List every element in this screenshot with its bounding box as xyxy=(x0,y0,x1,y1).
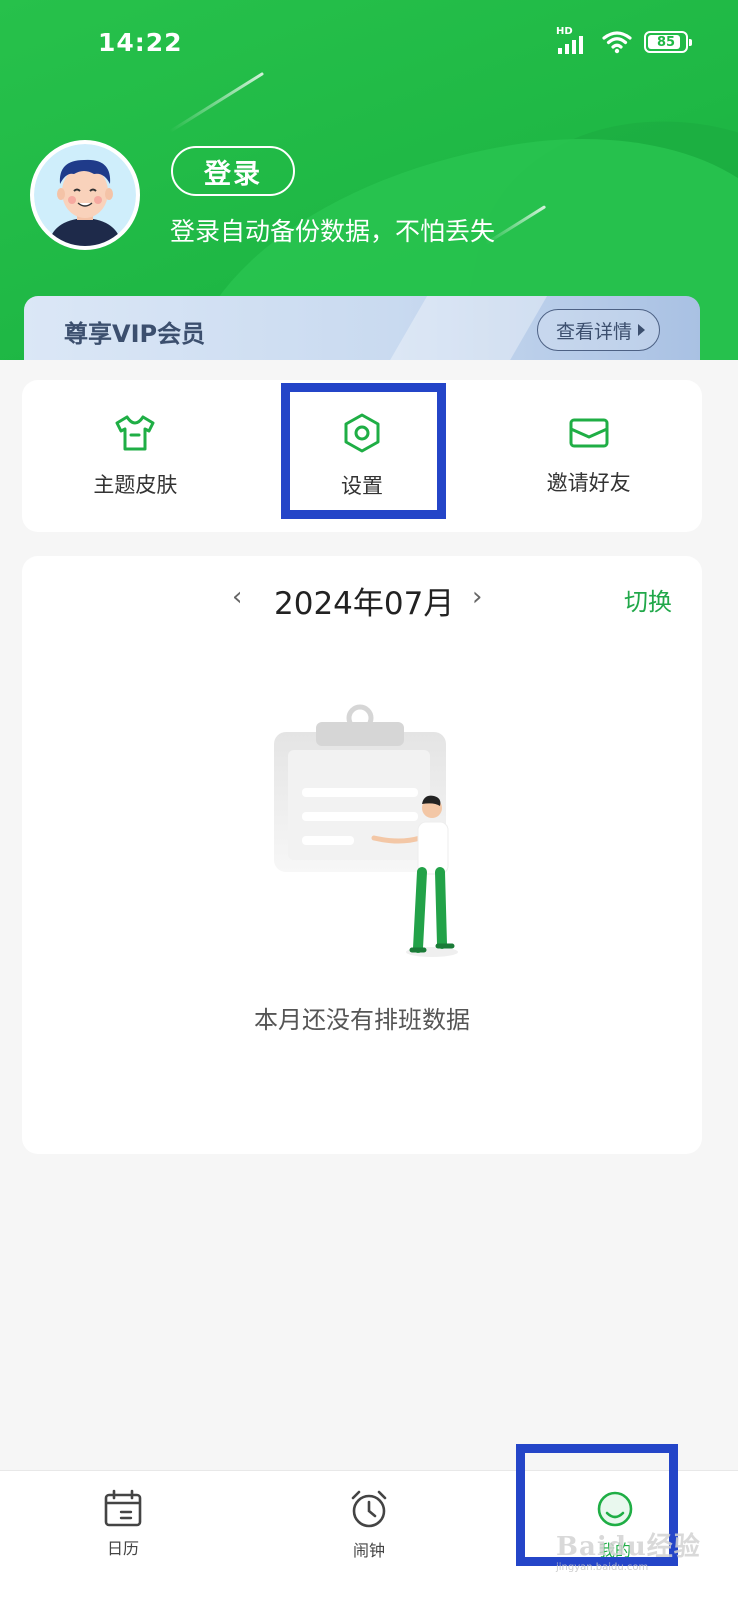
feature-menu: 主题皮肤 设置 邀请好友 xyxy=(22,380,702,532)
nav-item-alarm[interactable]: 闹钟 xyxy=(246,1471,492,1600)
watermark-brand: Baidu经验 xyxy=(556,1532,701,1562)
alarm-clock-icon xyxy=(351,1490,387,1528)
vip-title: 尊享VIP会员 xyxy=(64,320,206,348)
feature-invite-friends[interactable]: 邀请好友 xyxy=(475,380,702,532)
profile-face-icon xyxy=(597,1491,633,1527)
feature-settings[interactable]: 设置 xyxy=(249,380,476,532)
nav-label: 闹钟 xyxy=(352,1541,385,1560)
profile-header: 14:22 HD 85 登录 登录自动备份数据，不怕丢失 尊享VIP会员 查看详… xyxy=(0,0,738,360)
empty-clipboard-illustration xyxy=(274,704,458,957)
month-navigator: ‹ 2024年07月 › 切换 xyxy=(22,578,702,622)
avatar-face-icon xyxy=(34,144,136,246)
chevron-left-icon[interactable]: ‹ xyxy=(232,582,242,612)
battery-level: 85 xyxy=(656,34,676,50)
month-label: 2024年07月 xyxy=(274,586,455,622)
chevron-right-icon[interactable]: › xyxy=(472,582,482,612)
feature-theme-skin[interactable]: 主题皮肤 xyxy=(22,380,249,532)
calendar-icon xyxy=(104,1489,142,1527)
status-time: 14:22 xyxy=(98,28,183,57)
feature-label: 设置 xyxy=(341,474,383,498)
battery-icon: 85 xyxy=(644,31,692,53)
nav-label: 日历 xyxy=(106,1539,139,1558)
feature-label: 邀请好友 xyxy=(546,471,631,495)
login-button[interactable]: 登录 xyxy=(171,146,295,196)
wifi-icon xyxy=(602,31,632,54)
caret-right-icon xyxy=(638,324,645,336)
vip-sheen xyxy=(369,296,559,360)
envelope-icon xyxy=(569,418,609,448)
status-icons: HD 85 xyxy=(556,26,692,54)
vip-banner[interactable]: 尊享VIP会员 查看详情 xyxy=(24,296,700,360)
status-bar: 14:22 HD 85 xyxy=(0,0,738,90)
empty-state-message: 本月还没有排班数据 xyxy=(254,1006,470,1034)
vip-details-label: 查看详情 xyxy=(555,320,632,343)
vip-details-button[interactable]: 查看详情 xyxy=(536,309,660,351)
nav-item-calendar[interactable]: 日历 xyxy=(0,1471,246,1600)
switch-button[interactable]: 切换 xyxy=(624,582,672,617)
avatar[interactable] xyxy=(30,140,140,250)
watermark-url: jingyan.baidu.com xyxy=(556,1562,649,1573)
feature-label: 主题皮肤 xyxy=(93,473,178,497)
schedule-card: ‹ 2024年07月 › 切换 本月还没有排班数据 xyxy=(22,556,702,1154)
signal-icon: HD xyxy=(556,26,590,54)
login-subtitle: 登录自动备份数据，不怕丢失 xyxy=(170,217,496,246)
hexagon-settings-icon xyxy=(344,413,380,453)
tshirt-icon xyxy=(115,415,155,451)
